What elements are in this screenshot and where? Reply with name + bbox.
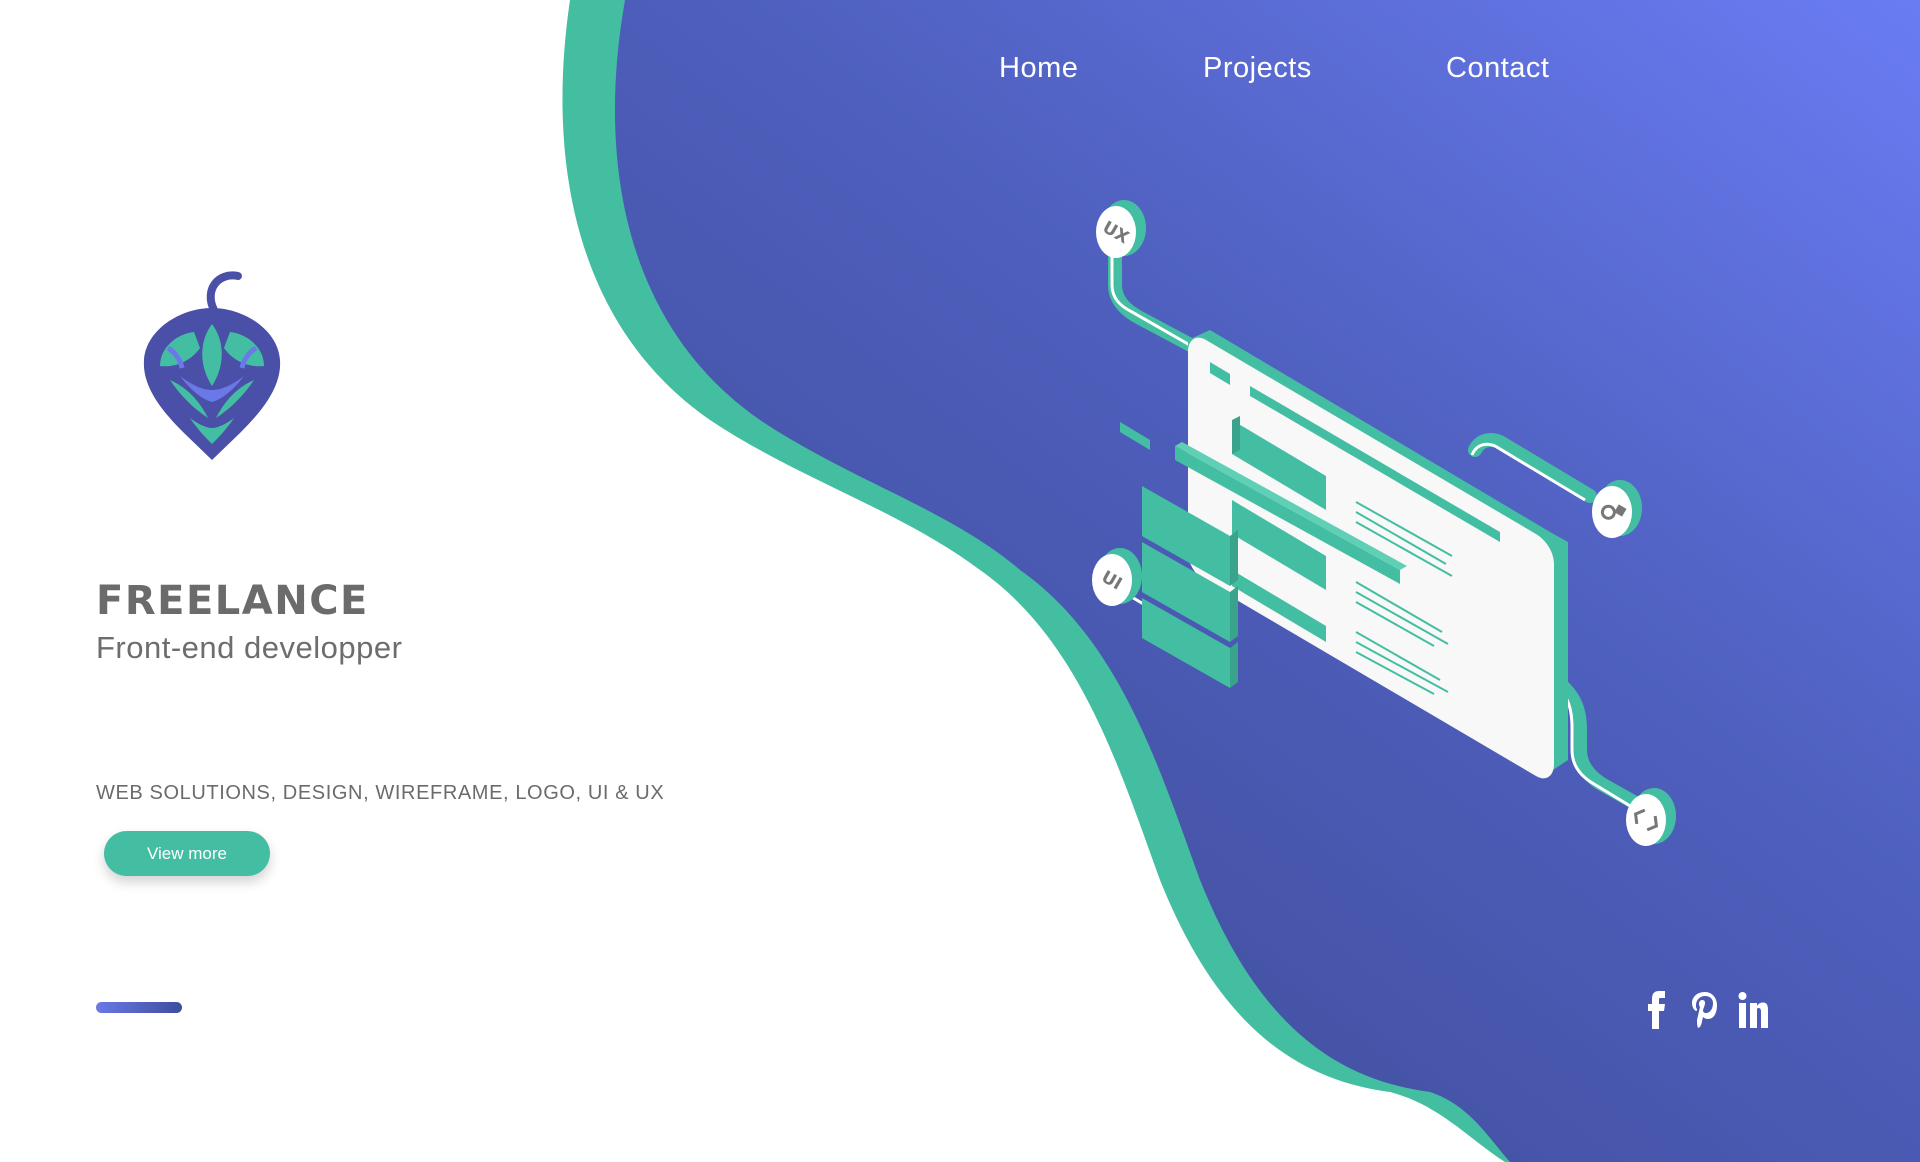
- node-settings: [1592, 480, 1642, 538]
- facebook-icon[interactable]: [1646, 990, 1668, 1030]
- nav-contact[interactable]: Contact: [1446, 52, 1549, 85]
- hop-logo: [143, 271, 281, 460]
- top-nav: Home Projects Contact: [0, 52, 1920, 92]
- nav-home[interactable]: Home: [999, 52, 1078, 85]
- view-more-button[interactable]: View more: [104, 831, 270, 876]
- pinterest-icon[interactable]: [1690, 990, 1718, 1030]
- services-list: WEB SOLUTIONS, DESIGN, WIREFRAME, LOGO, …: [96, 782, 665, 804]
- connector-code: [1548, 673, 1662, 821]
- slide-indicator[interactable]: [96, 1002, 182, 1013]
- nav-projects[interactable]: Projects: [1203, 52, 1312, 85]
- connector-ux: [1108, 233, 1207, 357]
- node-ux: UX: [1096, 200, 1146, 258]
- linkedin-icon[interactable]: [1738, 990, 1768, 1030]
- hero-subtitle: Front-end developper: [96, 630, 403, 665]
- hero-title: FREELANCE: [96, 578, 369, 624]
- isometric-illustration: UX UI: [1092, 200, 1676, 846]
